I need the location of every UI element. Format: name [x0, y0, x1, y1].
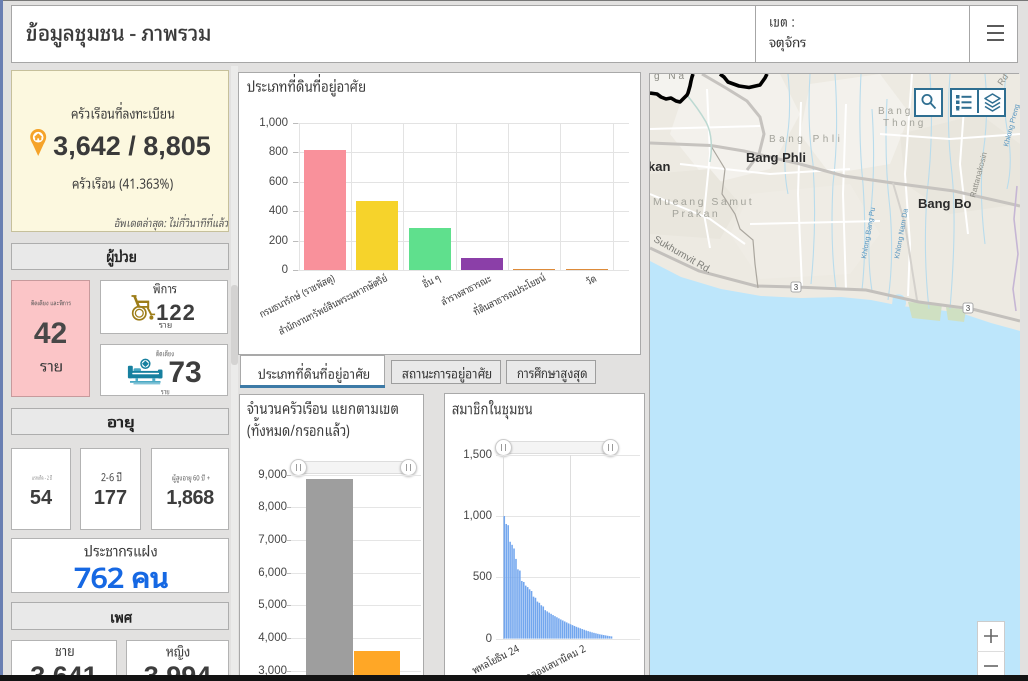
svg-text:Thong: Thong	[883, 118, 926, 129]
svg-text:Bang: Bang	[878, 106, 913, 117]
svg-text:Bang Phli: Bang Phli	[746, 150, 806, 165]
svg-text:g Na: g Na	[654, 74, 687, 82]
svg-text:Prakan: Prakan	[672, 208, 720, 220]
svg-text:Mueang Samut: Mueang Samut	[653, 196, 754, 208]
svg-text:Bang Bo: Bang Bo	[918, 196, 972, 211]
svg-text:Bang Phli: Bang Phli	[769, 134, 843, 145]
svg-text:3: 3	[966, 304, 971, 313]
svg-text:kan: kan	[650, 159, 670, 174]
svg-text:3: 3	[794, 283, 799, 292]
